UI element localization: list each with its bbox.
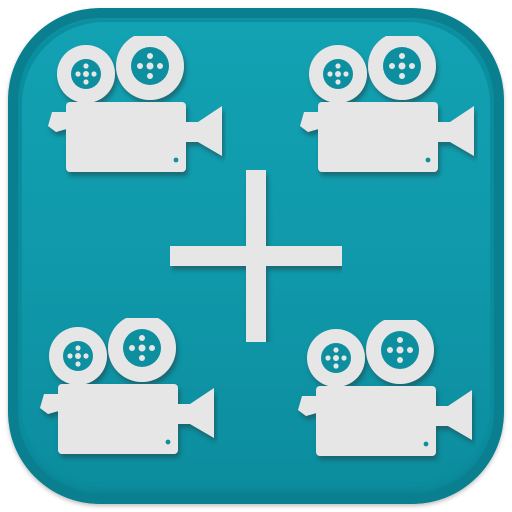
movie-camera-icon: [298, 36, 478, 186]
movie-camera-icon: [296, 320, 476, 470]
plus-icon: [170, 170, 342, 342]
movie-camera-icon: [46, 36, 226, 186]
app-icon: [8, 8, 504, 504]
